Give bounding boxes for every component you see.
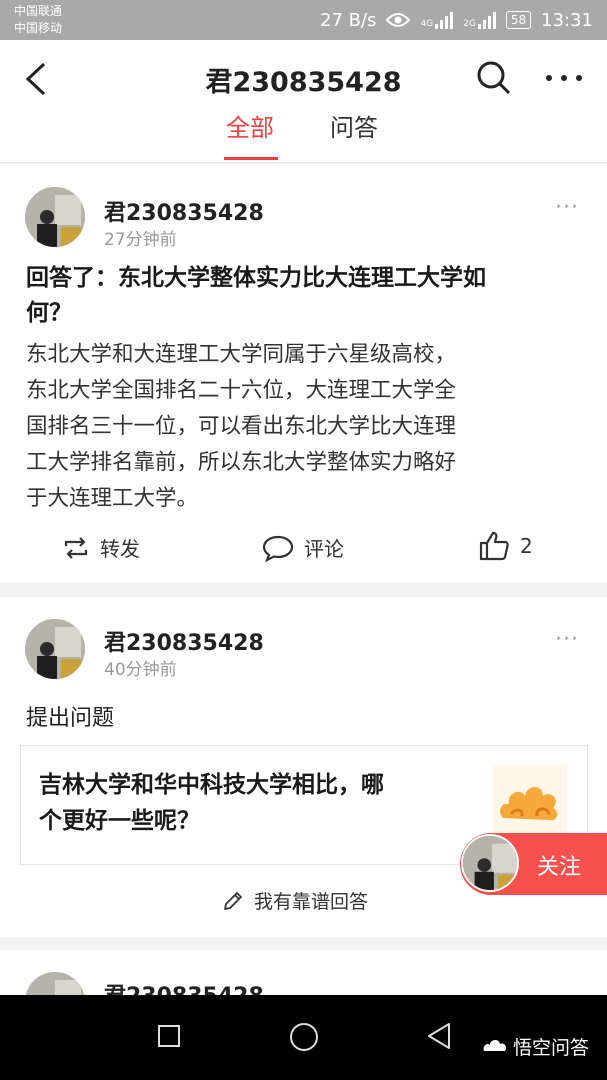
like-button[interactable]: 2 (478, 531, 533, 561)
repost-label: 转发 (100, 537, 140, 561)
answer-line-5: 于大连理工大学。 (26, 486, 199, 511)
recent-apps-icon[interactable] (157, 1024, 181, 1048)
home-icon[interactable] (289, 1022, 319, 1052)
answer-prompt-button[interactable]: 我有靠谱回答 (222, 887, 368, 914)
tab-all[interactable]: 全部 (226, 108, 274, 143)
like-count: 2 (520, 534, 533, 558)
question-line-2: 个更好一些呢？ (39, 808, 200, 834)
status-bar: 中国联通 中国移动 27 B/s 4G 2G 58 13:31 (0, 0, 607, 40)
network-speed: 27 B/s (320, 9, 377, 31)
carrier-1: 中国联通 (14, 4, 63, 18)
answer-line-3: 国排名三十一位，可以看出东北大学比大连理 (26, 414, 457, 439)
answer-prompt-label: 我有靠谱回答 (254, 891, 369, 913)
avatar[interactable] (25, 619, 85, 679)
repost-icon (64, 536, 88, 559)
comment-icon (262, 535, 294, 562)
page-title: 君230835428 (205, 67, 402, 98)
avatar[interactable] (25, 187, 85, 247)
post-card-3[interactable]: 君230835428 (0, 950, 607, 995)
avatar[interactable] (25, 972, 85, 995)
pencil-icon (224, 891, 242, 910)
tab-qa[interactable]: 问答 (330, 108, 378, 143)
post-time: 40分钟前 (104, 660, 177, 680)
wukong-logo-icon (483, 1039, 507, 1051)
back-nav-icon[interactable] (426, 1022, 452, 1050)
repost-button[interactable]: 转发 (62, 533, 140, 562)
answer-line-1: 东北大学和大连理工大学同属于六星级高校， (26, 342, 457, 367)
status-right: 27 B/s 4G 2G 58 13:31 (320, 8, 593, 32)
question-line-2[interactable]: 何？ (26, 296, 72, 331)
follow-label: 关注 (537, 855, 582, 880)
post-username[interactable]: 君230835428 (104, 625, 264, 657)
more-menu-icon[interactable] (545, 74, 583, 82)
follow-button[interactable]: 关注 (460, 833, 607, 895)
signal-1-icon (435, 11, 454, 29)
cloud-logo-icon (500, 787, 558, 821)
system-nav-bar: 悟空问答 (0, 995, 607, 1080)
tab-bar: 全部 问答 (0, 114, 607, 163)
header-bar: 君230835428 (0, 40, 607, 116)
answer-line-4: 工大学排名靠前，所以东北大学整体实力略好 (26, 450, 457, 475)
question-line-1[interactable]: 回答了：东北大学整体实力比大连理工大学如 (26, 261, 486, 296)
comment-button[interactable]: 评论 (262, 533, 344, 562)
question-line-1: 吉林大学和华中科技大学相比，哪 (39, 772, 384, 798)
post-card-1[interactable]: 君230835428 27分钟前 ··· 回答了：东北大学整体实力比大连理工大学… (0, 165, 607, 583)
network-type-1: 4G (420, 19, 434, 29)
signal-2-icon (477, 11, 496, 29)
clock: 13:31 (541, 9, 593, 31)
post-username[interactable]: 君230835428 (104, 978, 264, 995)
post-time: 27分钟前 (104, 230, 177, 250)
post-more-icon[interactable]: ··· (555, 627, 579, 652)
post-more-icon[interactable]: ··· (555, 195, 579, 220)
search-icon[interactable] (476, 60, 512, 96)
network-type-2: 2G (463, 19, 476, 29)
post-action-text: 提出问题 (26, 706, 115, 731)
eye-icon (386, 13, 411, 27)
watermark: 悟空问答 (481, 1033, 589, 1060)
watermark-text: 悟空问答 (513, 1037, 590, 1059)
post-username[interactable]: 君230835428 (104, 195, 264, 227)
thumbs-up-icon (479, 531, 509, 561)
carrier-2: 中国移动 (14, 21, 63, 35)
comment-label: 评论 (304, 537, 344, 561)
follow-avatar (461, 834, 519, 892)
answer-line-2: 东北大学全国排名二十六位，大连理工大学全 (26, 378, 457, 403)
battery-icon: 58 (505, 11, 532, 29)
tab-active-indicator (224, 157, 278, 160)
question-thumbnail (493, 766, 567, 838)
